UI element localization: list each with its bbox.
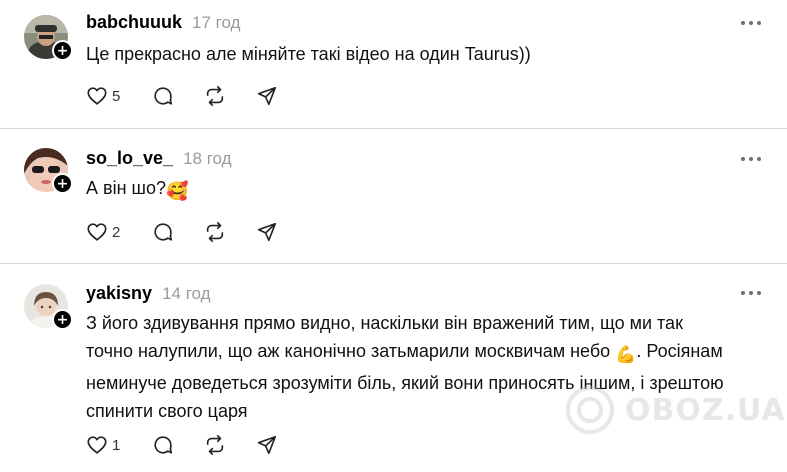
follow-button[interactable]: + <box>52 309 73 330</box>
more-icon[interactable] <box>741 291 761 295</box>
share-button[interactable] <box>256 221 278 243</box>
username[interactable]: babchuuuk <box>86 12 182 33</box>
comment-icon <box>154 436 173 454</box>
like-count: 2 <box>112 223 121 241</box>
heart-icon <box>87 436 107 454</box>
watermark-logo-icon <box>566 386 614 434</box>
post-text-fragment: точно налупили, що аж канонічно затьмари… <box>86 341 611 361</box>
post-header: so_lo_ve_ 18 год <box>86 148 232 169</box>
username[interactable]: so_lo_ve_ <box>86 148 173 169</box>
send-icon <box>257 222 277 242</box>
post-text: Це прекрасно але міняйте такі відео на о… <box>86 44 531 64</box>
timestamp[interactable]: 18 год <box>183 149 231 169</box>
watermark: OBOZ.UA <box>565 385 786 435</box>
action-bar: 2 <box>86 221 278 243</box>
thread-post: + babchuuuk 17 год Це прекрасно але міня… <box>0 0 787 128</box>
repost-button[interactable] <box>204 221 256 243</box>
post-text-line: З його здивування прямо видно, наскільки… <box>86 313 683 333</box>
follow-button[interactable]: + <box>52 173 73 194</box>
repost-icon <box>206 435 224 455</box>
repost-button[interactable] <box>204 434 256 456</box>
like-button[interactable]: 2 <box>86 221 152 243</box>
post-text-fragment: . Росіянам <box>636 341 723 361</box>
reply-button[interactable] <box>152 221 204 243</box>
avatar[interactable]: + <box>24 15 73 61</box>
avatar[interactable]: + <box>24 148 73 194</box>
share-button[interactable] <box>256 434 278 456</box>
action-bar: 5 <box>86 85 278 107</box>
like-button[interactable]: 5 <box>86 85 152 107</box>
send-icon <box>257 435 277 455</box>
post-text: А він шо?🥰 <box>86 174 766 205</box>
like-button[interactable]: 1 <box>86 434 152 456</box>
thread-post: + so_lo_ve_ 18 год А він шо?🥰 2 <box>0 128 787 263</box>
emoji: 💪 <box>615 345 637 364</box>
watermark-text: OBOZ.UA <box>625 392 786 428</box>
emoji: 🥰 <box>165 181 189 201</box>
more-icon[interactable] <box>741 21 761 25</box>
send-icon <box>257 86 277 106</box>
comment-icon <box>154 223 173 241</box>
post-header: yakisny 14 год <box>86 283 211 304</box>
thread-post: + yakisny 14 год З його здивування прямо… <box>0 263 787 472</box>
repost-button[interactable] <box>204 85 256 107</box>
repost-icon <box>206 222 224 242</box>
like-count: 1 <box>112 436 121 454</box>
post-text-line: точно налупили, що аж канонічно затьмари… <box>86 337 766 369</box>
share-button[interactable] <box>256 85 278 107</box>
action-bar: 1 <box>86 434 278 456</box>
post-text-content: А він шо? <box>86 178 166 198</box>
repost-icon <box>206 86 224 106</box>
timestamp[interactable]: 14 год <box>162 284 210 304</box>
reply-button[interactable] <box>152 434 204 456</box>
comment-icon <box>154 87 173 105</box>
timestamp[interactable]: 17 год <box>192 13 240 33</box>
reply-button[interactable] <box>152 85 204 107</box>
follow-button[interactable]: + <box>52 40 73 61</box>
more-icon[interactable] <box>741 157 761 161</box>
heart-icon <box>87 223 107 241</box>
heart-icon <box>87 87 107 105</box>
avatar[interactable]: + <box>24 284 73 330</box>
post-header: babchuuuk 17 год <box>86 12 240 33</box>
like-count: 5 <box>112 87 121 105</box>
username[interactable]: yakisny <box>86 283 152 304</box>
